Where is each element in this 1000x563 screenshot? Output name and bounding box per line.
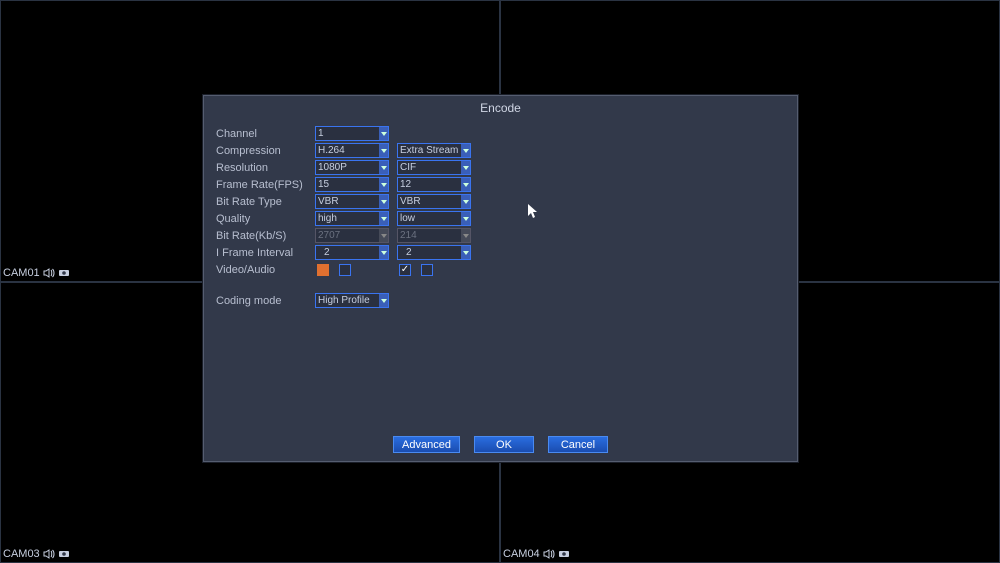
chevron-down-icon <box>379 294 388 307</box>
label-coding-mode: Coding mode <box>216 295 315 307</box>
camera-icon <box>558 549 570 559</box>
chevron-down-icon <box>461 195 470 208</box>
bitrate-main-select: 2707 <box>315 228 389 243</box>
audio-main-checkbox[interactable] <box>339 264 351 276</box>
channel-select[interactable]: 1 <box>315 126 389 141</box>
speaker-icon <box>43 549 55 559</box>
extra-stream-select[interactable]: Extra Stream <box>397 143 471 158</box>
label-video-audio: Video/Audio <box>216 264 315 276</box>
speaker-icon <box>543 549 555 559</box>
video-extra-checkbox[interactable] <box>399 264 411 276</box>
iframe-main-select[interactable]: 2 <box>315 245 389 260</box>
camera-icon <box>58 549 70 559</box>
camera-icon <box>58 268 70 278</box>
label-channel: Channel <box>216 128 315 140</box>
encode-dialog: Encode Channel 1 Compression H.264 Extra… <box>203 95 798 462</box>
chevron-down-icon <box>461 246 470 259</box>
chevron-down-icon <box>379 161 388 174</box>
dialog-footer: Advanced OK Cancel <box>204 436 797 453</box>
camera-name: CAM04 <box>503 548 540 560</box>
chevron-down-icon <box>379 195 388 208</box>
bitrate-extra-select: 214 <box>397 228 471 243</box>
camera-name: CAM03 <box>3 548 40 560</box>
label-resolution: Resolution <box>216 162 315 174</box>
chevron-down-icon <box>461 178 470 191</box>
dialog-title: Encode <box>204 96 797 125</box>
chevron-down-icon <box>379 178 388 191</box>
chevron-down-icon <box>461 161 470 174</box>
resolution-extra-select[interactable]: CIF <box>397 160 471 175</box>
audio-extra-checkbox[interactable] <box>421 264 433 276</box>
compression-select[interactable]: H.264 <box>315 143 389 158</box>
label-compression: Compression <box>216 145 315 157</box>
speaker-icon <box>43 268 55 278</box>
bitratetype-main-select[interactable]: VBR <box>315 194 389 209</box>
camera-label-1: CAM01 <box>3 267 70 279</box>
chevron-down-icon <box>461 144 470 157</box>
camera-label-4: CAM04 <box>503 548 570 560</box>
label-iframe: I Frame Interval <box>216 247 315 259</box>
ok-button[interactable]: OK <box>474 436 534 453</box>
framerate-extra-select[interactable]: 12 <box>397 177 471 192</box>
camera-name: CAM01 <box>3 267 40 279</box>
chevron-down-icon <box>379 212 388 225</box>
cancel-button[interactable]: Cancel <box>548 436 608 453</box>
chevron-down-icon <box>379 229 388 242</box>
label-quality: Quality <box>216 213 315 225</box>
resolution-main-select[interactable]: 1080P <box>315 160 389 175</box>
label-framerate: Frame Rate(FPS) <box>216 179 315 191</box>
camera-label-3: CAM03 <box>3 548 70 560</box>
encode-form: Channel 1 Compression H.264 Extra Stream… <box>204 125 797 309</box>
iframe-extra-select[interactable]: 2 <box>397 245 471 260</box>
label-bitratetype: Bit Rate Type <box>216 196 315 208</box>
quality-extra-select[interactable]: low <box>397 211 471 226</box>
label-bitrate: Bit Rate(Kb/S) <box>216 230 315 242</box>
chevron-down-icon <box>379 144 388 157</box>
chevron-down-icon <box>379 127 388 140</box>
framerate-main-select[interactable]: 15 <box>315 177 389 192</box>
bitratetype-extra-select[interactable]: VBR <box>397 194 471 209</box>
advanced-button[interactable]: Advanced <box>393 436 460 453</box>
chevron-down-icon <box>461 212 470 225</box>
chevron-down-icon <box>379 246 388 259</box>
quality-main-select[interactable]: high <box>315 211 389 226</box>
chevron-down-icon <box>461 229 470 242</box>
coding-mode-select[interactable]: High Profile <box>315 293 389 308</box>
video-main-checkbox[interactable] <box>317 264 329 276</box>
